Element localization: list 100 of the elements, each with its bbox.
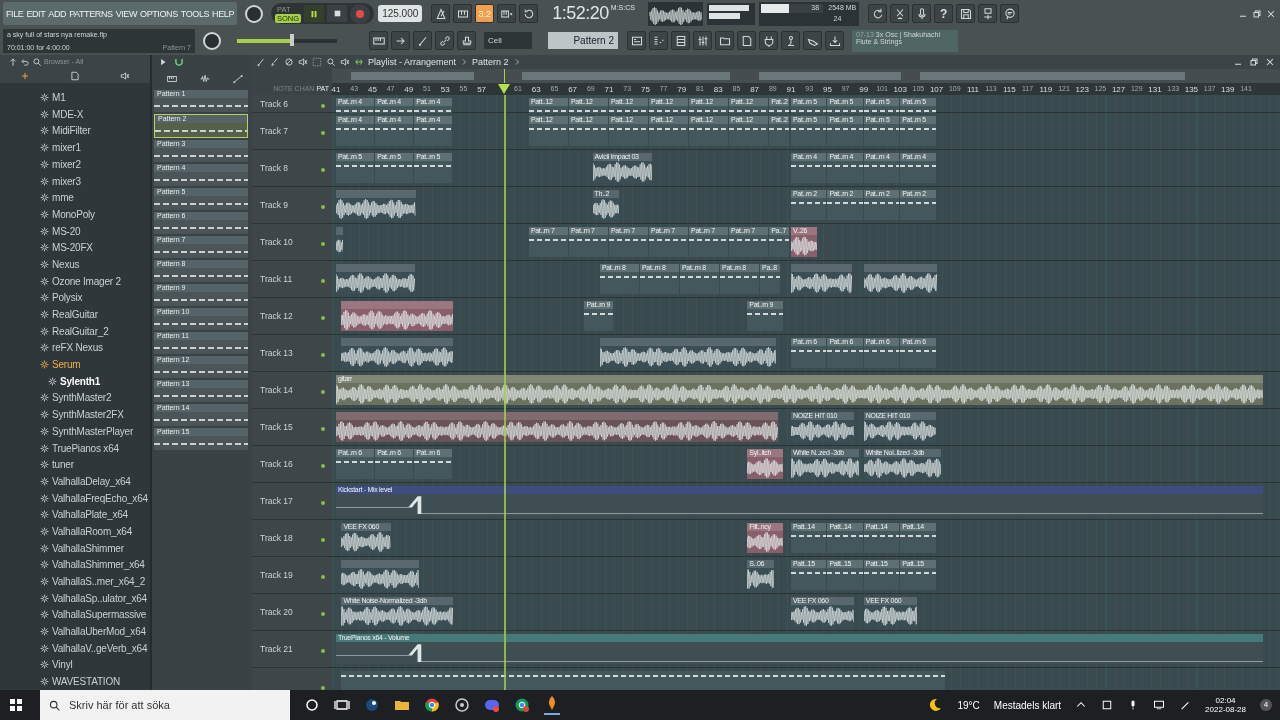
select-icon[interactable] (312, 57, 322, 67)
track-dot[interactable] (321, 649, 325, 653)
folder-icon[interactable] (715, 31, 734, 50)
audio-clip[interactable] (336, 264, 416, 294)
taskbar-app-icon[interactable] (454, 697, 470, 713)
hand-icon[interactable] (803, 31, 822, 50)
pause-button[interactable] (304, 5, 325, 22)
piano-plus-icon[interactable] (497, 4, 517, 23)
plug-icon[interactable] (759, 31, 778, 50)
zoom-icon[interactable] (326, 57, 336, 67)
search-icon[interactable] (32, 56, 42, 67)
disk-split-icon[interactable] (978, 4, 998, 23)
keys-icon[interactable] (369, 31, 388, 50)
browser-item[interactable]: MDE-X (0, 105, 150, 123)
metronome-icon[interactable] (431, 4, 451, 23)
browser-item[interactable]: MS-20FX (0, 239, 150, 257)
taskbar-app-icon[interactable] (514, 697, 530, 713)
browser-item[interactable]: ValhallaV..geVerb_x64 (0, 639, 150, 657)
audio-clip[interactable] (341, 301, 454, 331)
browser-item[interactable]: Nexus (0, 256, 150, 273)
pattern-selector[interactable]: Pattern 2 (548, 32, 618, 49)
browser-item[interactable]: SynthMaster2 (0, 389, 150, 407)
link-icon[interactable] (435, 31, 454, 50)
browser-item[interactable]: ValhallaPlate_x64 (0, 506, 150, 524)
menu-item[interactable]: EDIT (26, 8, 46, 19)
no-sign-icon[interactable] (284, 57, 294, 67)
browser-item[interactable]: Sylenth1 (0, 372, 150, 390)
piano-icon[interactable] (166, 74, 177, 84)
figure-icon[interactable] (781, 31, 800, 50)
track-dot[interactable] (321, 538, 325, 542)
browser-item[interactable]: ValhallaSp..ulator_x64 (0, 589, 150, 607)
taskbar-app-icon[interactable] (424, 697, 440, 713)
chat-icon[interactable] (1000, 4, 1020, 23)
refresh-icon[interactable] (868, 4, 888, 23)
track-dot[interactable] (321, 242, 325, 246)
mic-icon[interactable] (912, 4, 932, 23)
notification-badge[interactable]: 4 (1260, 699, 1272, 711)
track-dot[interactable] (321, 353, 325, 357)
snap-dropdown[interactable]: Cell (484, 32, 532, 49)
browser-item[interactable]: MonoPoly (0, 206, 150, 223)
browser-item[interactable]: RealGuitar (0, 306, 150, 323)
audio-clip[interactable] (791, 264, 852, 294)
menu-item[interactable]: PATTERNS (69, 8, 113, 19)
menu-item[interactable]: VIEW (115, 8, 138, 19)
brush-icon[interactable] (270, 57, 280, 67)
browser-item[interactable]: MidiFilter (0, 122, 150, 140)
clock-date[interactable]: 2022-08-28 (1205, 705, 1246, 714)
track-dot[interactable] (321, 168, 325, 172)
plus-icon[interactable] (20, 70, 30, 81)
audio-clip[interactable] (599, 338, 777, 368)
monitor-icon[interactable] (1153, 699, 1166, 711)
browser-item[interactable]: TruePianos x64 (0, 439, 150, 457)
track-dot[interactable] (321, 464, 325, 468)
browser-item[interactable]: SynthMasterPlayer (0, 423, 150, 440)
track-dot[interactable] (321, 103, 325, 108)
loop-icon[interactable] (519, 4, 539, 23)
audio-clip[interactable] (336, 412, 779, 442)
task-view-icon[interactable] (334, 697, 350, 713)
menu-item[interactable]: OPTIONS (140, 8, 178, 19)
note-grid-icon[interactable] (649, 31, 668, 50)
browser-item[interactable]: ValhallaShimmer_x64 (0, 556, 150, 574)
tray-icon[interactable] (1101, 699, 1114, 711)
browser-item[interactable]: MS-20 (0, 222, 150, 240)
menu-item[interactable]: HELP (212, 8, 235, 19)
track-dot[interactable] (321, 575, 325, 579)
download-icon[interactable] (825, 31, 844, 50)
browser-item[interactable]: RealGuitar_2 (0, 322, 150, 340)
browser-item[interactable]: Ozone Imager 2 (0, 272, 150, 290)
pen-icon[interactable] (1179, 699, 1192, 711)
mixer-icon[interactable] (693, 31, 712, 50)
browser-item[interactable]: M1 (0, 89, 150, 106)
curve-icon[interactable] (233, 74, 244, 84)
taskbar-app-icon[interactable] (544, 695, 560, 715)
browser-item[interactable]: reFX Nexus (0, 339, 150, 357)
browser-item[interactable]: ValhallaDelay_x64 (0, 473, 150, 490)
play-icon[interactable] (158, 57, 168, 67)
stamp-icon[interactable] (457, 31, 476, 50)
up-icon[interactable] (8, 56, 18, 67)
playlist-pattern[interactable]: Pattern 2 (472, 57, 509, 67)
pen-icon[interactable] (413, 31, 432, 50)
weather-icon[interactable] (927, 697, 944, 713)
wave-icon[interactable] (200, 74, 210, 84)
weather-text[interactable]: Mestadels klart (993, 699, 1062, 711)
audio-clip[interactable] (341, 560, 419, 590)
menu-item[interactable]: ADD (48, 8, 67, 19)
audio-clip[interactable] (341, 338, 454, 368)
playlist-icon[interactable] (627, 31, 646, 50)
browser-item[interactable]: SynthMaster2FX (0, 406, 150, 423)
knob-icon[interactable] (245, 4, 264, 23)
browser-item[interactable]: Serum (0, 356, 150, 373)
weather-temperature[interactable]: 19°C (957, 699, 980, 711)
circle-icon[interactable] (304, 697, 320, 713)
track-dot[interactable] (321, 427, 325, 431)
restore-icon[interactable] (1248, 56, 1260, 68)
windows-icon[interactable] (8, 697, 24, 713)
browser-item[interactable]: ValhallaUberMod_x64 (0, 623, 150, 640)
browser-item[interactable]: Polysix (0, 289, 150, 307)
close-icon[interactable] (1264, 56, 1276, 68)
track-dot[interactable] (321, 205, 325, 209)
piano-icon[interactable] (453, 4, 473, 23)
